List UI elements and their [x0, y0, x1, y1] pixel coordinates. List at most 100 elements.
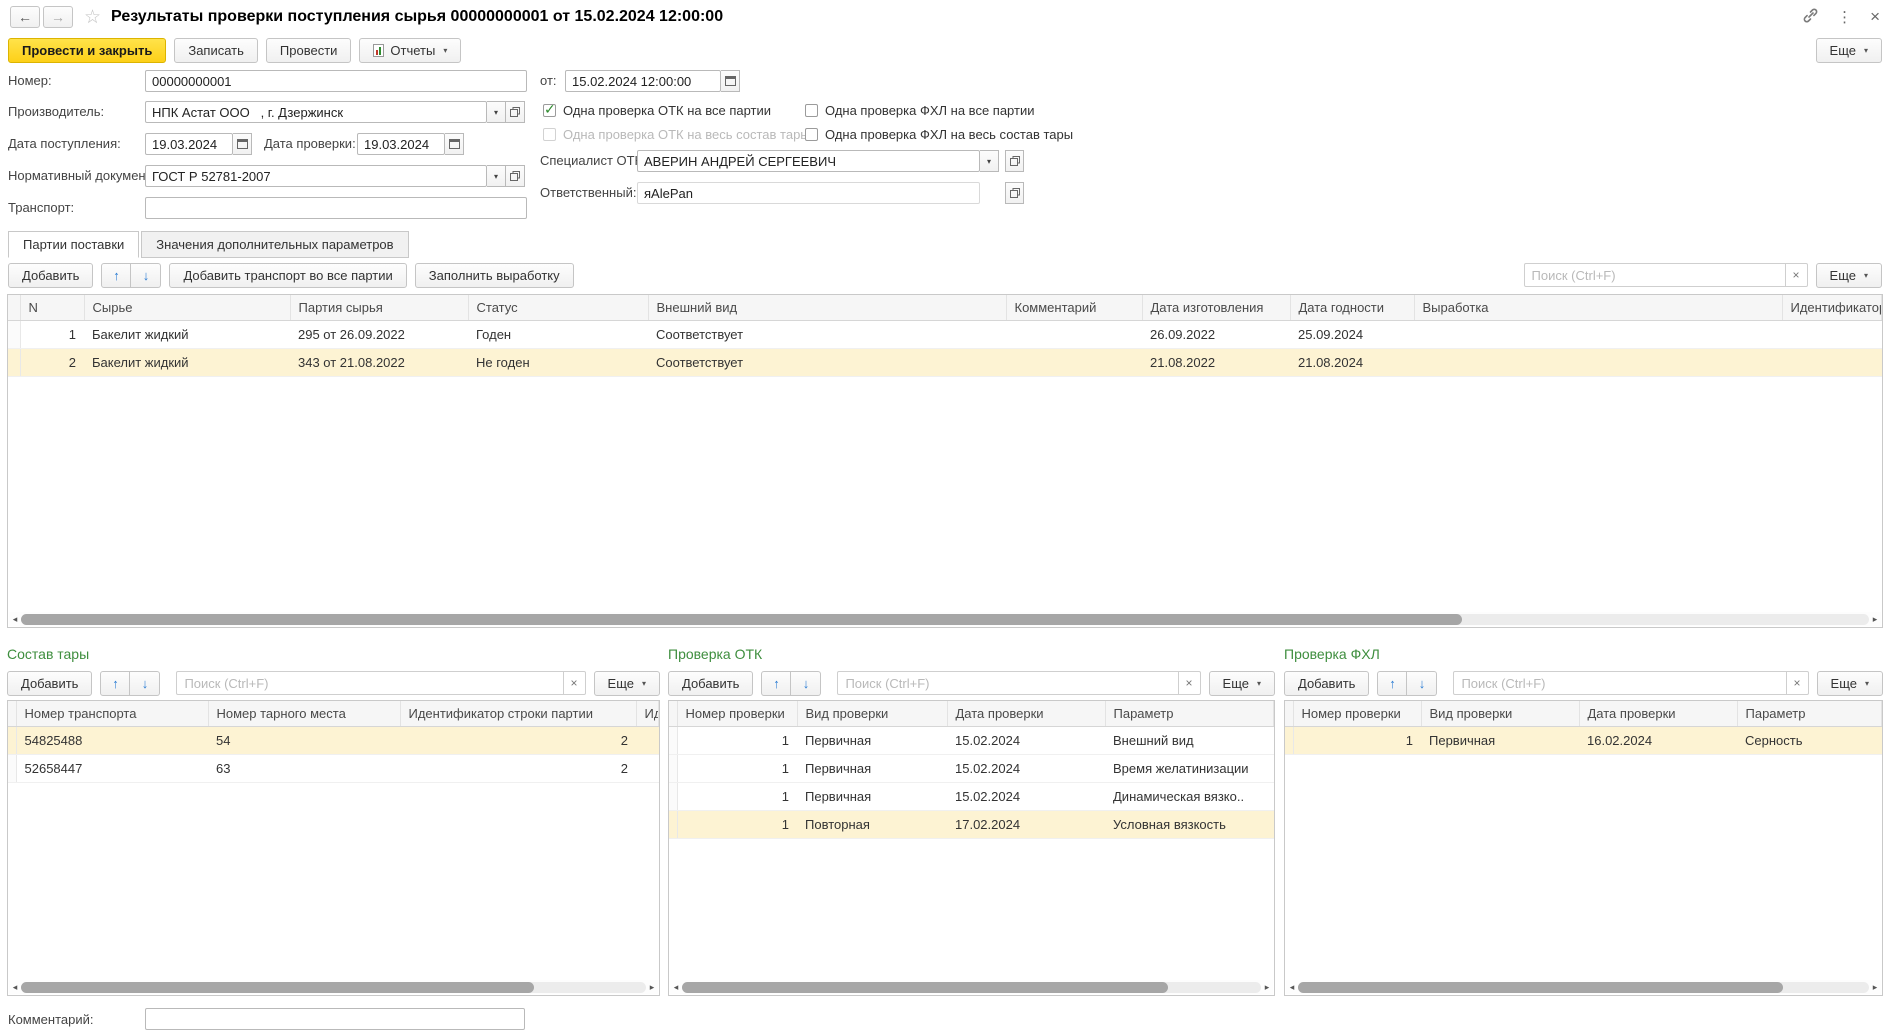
otk-specialist-open-button[interactable]: [1005, 150, 1024, 172]
column-header[interactable]: Дата изготовления: [1142, 295, 1290, 321]
column-header[interactable]: Номер тарного места: [208, 701, 400, 727]
column-header[interactable]: Партия сырья: [290, 295, 468, 321]
column-header[interactable]: Иде: [636, 701, 659, 727]
responsible-open-button[interactable]: [1005, 182, 1024, 204]
batches-more-button[interactable]: Еще ▾: [1816, 263, 1882, 288]
doc-date-calendar-button[interactable]: [721, 70, 740, 92]
tare-search-clear-button[interactable]: ×: [564, 671, 586, 695]
horizontal-scrollbar[interactable]: ◂ ▸: [1286, 980, 1881, 994]
scroll-right-icon[interactable]: ▸: [1869, 980, 1881, 994]
column-header[interactable]: Дата годности: [1290, 295, 1414, 321]
active-cell[interactable]: Бакелит жидкий: [84, 349, 290, 377]
column-header[interactable]: Параметр: [1105, 701, 1274, 727]
checkbox-fhl-all-batches[interactable]: Одна проверка ФХЛ на все партии: [805, 101, 1034, 119]
scroll-left-icon[interactable]: ◂: [9, 980, 21, 994]
column-header[interactable]: Внешний вид: [648, 295, 1006, 321]
number-field[interactable]: [145, 70, 527, 92]
scroll-right-icon[interactable]: ▸: [1869, 612, 1881, 626]
otk-specialist-dropdown-button[interactable]: ▾: [980, 150, 999, 172]
more-button-header[interactable]: Еще ▾: [1816, 38, 1882, 63]
manufacturer-open-button[interactable]: [506, 101, 525, 123]
otk-search-clear-button[interactable]: ×: [1179, 671, 1201, 695]
column-header[interactable]: Номер проверки: [677, 701, 797, 727]
batches-move-down-button[interactable]: ↓: [131, 263, 161, 288]
scroll-left-icon[interactable]: ◂: [9, 612, 21, 626]
arrival-date-calendar-button[interactable]: [233, 133, 252, 155]
checkbox-unchecked-icon[interactable]: [805, 104, 818, 117]
checkbox-checked-icon[interactable]: [543, 104, 556, 117]
scroll-right-icon[interactable]: ▸: [1261, 980, 1273, 994]
horizontal-scrollbar[interactable]: ◂ ▸: [670, 980, 1273, 994]
comment-field[interactable]: [145, 1008, 525, 1030]
column-header[interactable]: Вид проверки: [797, 701, 947, 727]
tare-more-button[interactable]: Еще ▾: [594, 671, 660, 696]
column-header[interactable]: Дата проверки: [947, 701, 1105, 727]
scroll-right-icon[interactable]: ▸: [646, 980, 658, 994]
column-header[interactable]: Идентификатор с: [1782, 295, 1882, 321]
kebab-menu-icon[interactable]: ⋮: [1837, 8, 1852, 26]
fhl-search-clear-button[interactable]: ×: [1787, 671, 1809, 695]
tare-search-input[interactable]: [176, 671, 563, 695]
tare-move-down-button[interactable]: ↓: [130, 671, 160, 696]
fill-output-button[interactable]: Заполнить выработку: [415, 263, 574, 288]
batches-add-button[interactable]: Добавить: [8, 263, 93, 288]
otk-move-down-button[interactable]: ↓: [791, 671, 821, 696]
forward-button[interactable]: →: [43, 6, 73, 28]
favorite-star-icon[interactable]: ☆: [84, 6, 101, 29]
normdoc-field[interactable]: [145, 165, 487, 187]
scrollbar-thumb[interactable]: [21, 982, 534, 993]
table-row[interactable]: 1 Первичная 15.02.2024 Внешний вид: [669, 727, 1274, 755]
normdoc-dropdown-button[interactable]: ▾: [487, 165, 506, 187]
otk-specialist-field[interactable]: [637, 150, 980, 172]
otk-search-input[interactable]: [837, 671, 1178, 695]
column-header[interactable]: Комментарий: [1006, 295, 1142, 321]
table-row[interactable]: 1 Бакелит жидкий 295 от 26.09.2022 Годен…: [8, 321, 1882, 349]
scroll-left-icon[interactable]: ◂: [670, 980, 682, 994]
fhl-add-button[interactable]: Добавить: [1284, 671, 1369, 696]
post-and-close-button[interactable]: Провести и закрыть: [8, 38, 166, 63]
table-row[interactable]: 1 Первичная 15.02.2024 Время желатинизац…: [669, 755, 1274, 783]
scrollbar-thumb[interactable]: [1298, 982, 1783, 993]
fhl-move-up-button[interactable]: ↑: [1377, 671, 1407, 696]
normdoc-open-button[interactable]: [506, 165, 525, 187]
column-header[interactable]: Параметр: [1737, 701, 1882, 727]
column-header[interactable]: Сырье: [84, 295, 290, 321]
active-cell[interactable]: 54: [208, 727, 400, 755]
column-header[interactable]: Номер транспорта: [16, 701, 208, 727]
add-transport-all-batches-button[interactable]: Добавить транспорт во все партии: [169, 263, 406, 288]
transport-field[interactable]: [145, 197, 527, 219]
table-row-selected[interactable]: 54825488 54 2: [8, 727, 659, 755]
check-date-field[interactable]: [357, 133, 445, 155]
doc-date-field[interactable]: [565, 70, 721, 92]
responsible-field[interactable]: [637, 182, 980, 204]
column-header[interactable]: Статус: [468, 295, 648, 321]
horizontal-scrollbar[interactable]: ◂ ▸: [9, 980, 658, 994]
tab-extra-params[interactable]: Значения дополнительных параметров: [141, 231, 408, 258]
link-icon[interactable]: [1802, 7, 1819, 27]
batches-search-input[interactable]: [1524, 263, 1786, 287]
post-button[interactable]: Провести: [266, 38, 352, 63]
column-header[interactable]: Дата проверки: [1579, 701, 1737, 727]
batches-move-up-button[interactable]: ↑: [101, 263, 131, 288]
table-row[interactable]: 52658447 63 2: [8, 755, 659, 783]
active-cell[interactable]: 17.02.2024: [947, 811, 1105, 839]
checkbox-fhl-all-tare[interactable]: Одна проверка ФХЛ на весь состав тары: [805, 125, 1073, 143]
tab-batches[interactable]: Партии поставки: [8, 231, 139, 258]
column-header[interactable]: Вид проверки: [1421, 701, 1579, 727]
horizontal-scrollbar[interactable]: ◂ ▸: [9, 612, 1881, 626]
scrollbar-thumb[interactable]: [21, 614, 1462, 625]
checkbox-otk-all-batches[interactable]: Одна проверка ОТК на все партии: [543, 101, 771, 119]
otk-move-up-button[interactable]: ↑: [761, 671, 791, 696]
column-header[interactable]: N: [20, 295, 84, 321]
scroll-left-icon[interactable]: ◂: [1286, 980, 1298, 994]
column-header[interactable]: Идентификатор строки партии: [400, 701, 636, 727]
table-row[interactable]: 1 Первичная 15.02.2024 Динамическая вязк…: [669, 783, 1274, 811]
checkbox-unchecked-icon[interactable]: [805, 128, 818, 141]
column-header[interactable]: Выработка: [1414, 295, 1782, 321]
check-date-calendar-button[interactable]: [445, 133, 464, 155]
scrollbar-thumb[interactable]: [682, 982, 1168, 993]
fhl-search-input[interactable]: [1453, 671, 1786, 695]
table-row-selected[interactable]: 1 Повторная 17.02.2024 Условная вязкость: [669, 811, 1274, 839]
back-button[interactable]: ←: [10, 6, 40, 28]
manufacturer-dropdown-button[interactable]: ▾: [487, 101, 506, 123]
